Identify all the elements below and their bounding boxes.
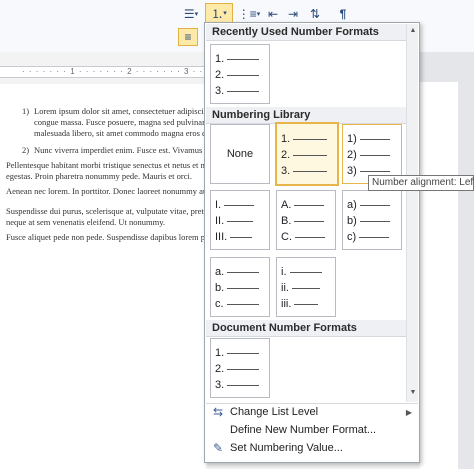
body-paragraph: Pellentesque habitant morbi tristique se…: [6, 160, 206, 181]
multilevel-list-button[interactable]: ⋮≡ ▾: [236, 4, 262, 24]
scroll-up-icon[interactable]: ▲: [408, 26, 418, 36]
number-format-none[interactable]: None: [210, 124, 270, 184]
increase-indent-button[interactable]: ⇥: [284, 4, 302, 24]
multilevel-icon: ⋮≡: [237, 7, 257, 21]
bullets-button[interactable]: ☰ ▾: [178, 4, 204, 24]
number-format-tile[interactable]: 1. 2. 3.: [275, 122, 339, 186]
change-list-level-icon: ⇆: [212, 405, 224, 419]
increase-indent-icon: ⇥: [287, 7, 299, 21]
show-marks-button[interactable]: ¶: [334, 4, 352, 24]
numbering-button[interactable]: ⒈ ▾: [205, 3, 233, 23]
number-format-tile[interactable]: A. B. C.: [276, 190, 336, 250]
decrease-indent-button[interactable]: ⇤: [264, 4, 282, 24]
body-paragraph: Aenean nec lorem. In porttitor. Donec la…: [6, 186, 206, 196]
menu-item-label: Define New Number Format...: [230, 424, 377, 436]
list-text: Lorem ipsum dolor sit amet, consectetuer…: [34, 106, 206, 138]
define-new-number-format-item[interactable]: Define New Number Format...: [206, 421, 418, 439]
submenu-arrow-icon: ▶: [405, 407, 412, 417]
gallery-scrollbar[interactable]: ▲ ▼: [406, 24, 418, 402]
set-numbering-value-item[interactable]: ✎ Set Numbering Value...: [206, 439, 418, 457]
sort-icon: ⇅: [309, 7, 321, 21]
set-numbering-value-icon: ✎: [212, 441, 224, 455]
body-paragraph: Fusce aliquet pede non pede. Suspendisse…: [6, 232, 206, 242]
numbering-icon: ⒈: [211, 6, 224, 21]
document-page[interactable]: 1) Lorem ipsum dolor sit amet, consectet…: [0, 84, 206, 469]
none-label: None: [226, 148, 254, 160]
scroll-down-icon[interactable]: ▼: [408, 388, 418, 398]
align-left-button[interactable]: ≡: [178, 28, 198, 46]
number-format-tile[interactable]: i. ii. iii.: [276, 257, 336, 317]
recent-formats-header: Recently Used Number Formats: [206, 24, 418, 41]
document-background: [420, 52, 474, 469]
body-paragraph: Suspendisse dui purus, scelerisque at, v…: [6, 206, 206, 227]
number-format-tile[interactable]: 1. 2. 3.: [210, 338, 270, 398]
document-formats-header: Document Number Formats: [206, 320, 418, 337]
tooltip: Number alignment: Left: [368, 175, 474, 191]
list-text: Nunc viverra imperdiet enim. Fusce est. …: [34, 145, 206, 155]
list-number: 2): [22, 145, 30, 155]
bullets-icon: ☰: [183, 7, 195, 21]
menu-item-label: Change List Level: [230, 406, 319, 418]
sort-button[interactable]: ⇅: [306, 4, 324, 24]
list-number: 1): [22, 106, 30, 116]
menu-item-label: Set Numbering Value...: [230, 442, 343, 454]
number-format-tile[interactable]: a) b) c): [342, 190, 402, 250]
document-page-edge: [420, 82, 458, 469]
number-format-tile[interactable]: a. b. c.: [210, 257, 270, 317]
number-format-tile[interactable]: I. II. III.: [210, 190, 270, 250]
numbering-dropdown: Recently Used Number Formats 1. 2. 3. Nu…: [204, 22, 420, 463]
number-format-tile[interactable]: 1. 2. 3.: [210, 44, 270, 104]
decrease-indent-icon: ⇤: [267, 7, 279, 21]
align-left-icon: ≡: [184, 30, 192, 44]
change-list-level-item[interactable]: ⇆ Change List Level ▶: [206, 403, 418, 421]
